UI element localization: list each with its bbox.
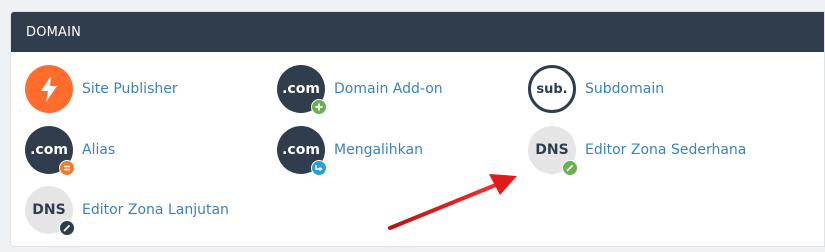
annotation-arrow <box>388 174 517 230</box>
